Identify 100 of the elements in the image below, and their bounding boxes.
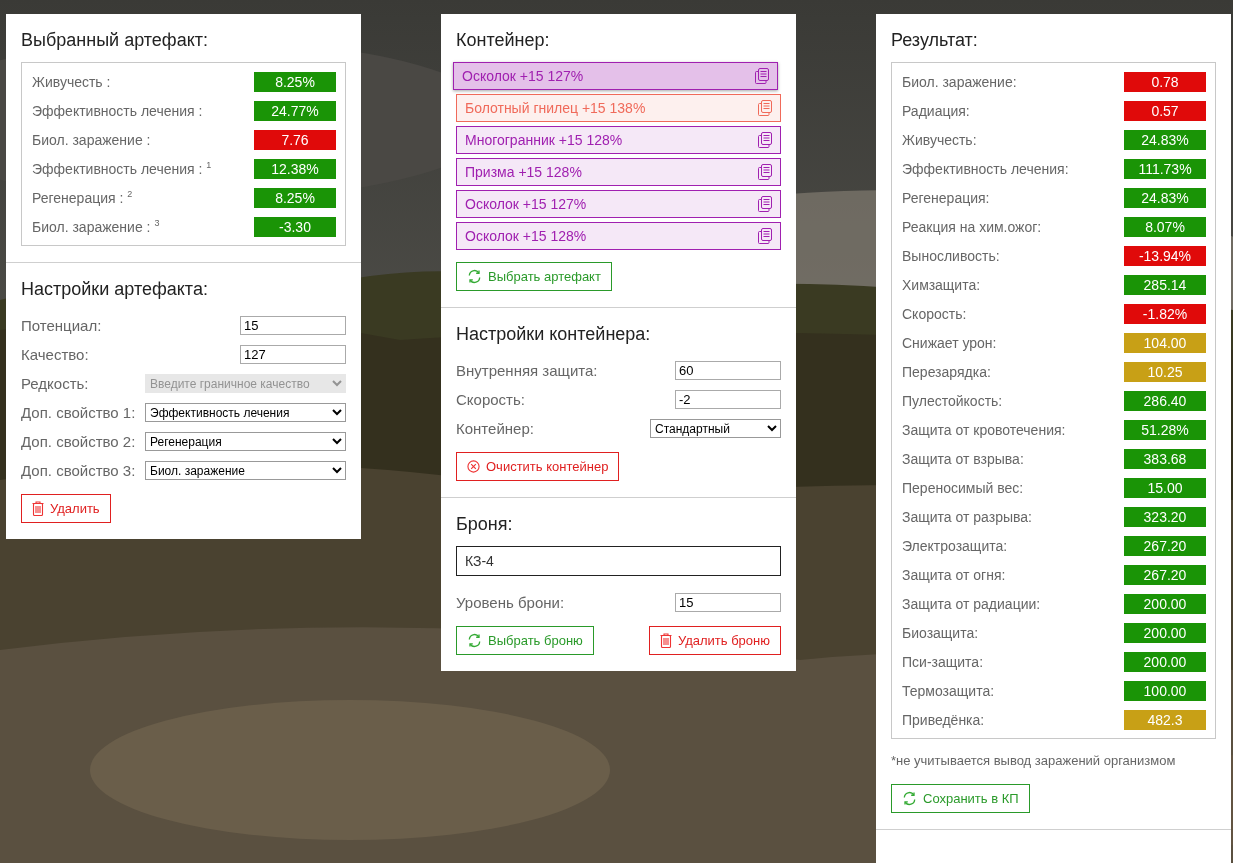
stat-label: Живучесть:	[902, 131, 977, 148]
clear-container-button[interactable]: Очистить контейнер	[456, 452, 620, 481]
field-label: Уровень брони:	[456, 594, 565, 611]
dropdown[interactable]: Биол. заражение	[145, 461, 346, 480]
artifact-item[interactable]: Многогранник +15 128%	[456, 126, 781, 154]
stat-value: 111.73%	[1124, 158, 1206, 179]
stat-value: -3.30	[254, 216, 336, 237]
stat-value: 24.77%	[254, 100, 336, 121]
stat-value: 200.00	[1124, 622, 1206, 643]
stat-value: 24.83%	[1124, 129, 1206, 150]
field-label: Внутренняя защита:	[456, 362, 598, 379]
stat-value: 0.78	[1124, 71, 1206, 92]
stat-value: 8.07%	[1124, 216, 1206, 237]
stat-label: Приведёнка:	[902, 711, 985, 728]
stat-label: Снижает урон:	[902, 334, 997, 351]
stat-value: 383.68	[1124, 448, 1206, 469]
field-label: Контейнер:	[456, 420, 534, 437]
section-title: Выбранный артефакт:	[21, 30, 209, 51]
stat-value: 200.00	[1124, 593, 1206, 614]
section-title: Настройки артефакта:	[21, 279, 209, 300]
stat-label: Реакция на хим.ожог:	[902, 218, 1042, 235]
stat-value: 10.25	[1124, 361, 1206, 382]
artifact-item[interactable]: Осколок +15 128%	[456, 222, 781, 250]
number-field[interactable]: -2	[675, 390, 781, 409]
refresh-icon	[467, 269, 482, 284]
stat-value: 8.25%	[254, 187, 336, 208]
stat-label: Биол. заражение : $^{3}$	[32, 218, 160, 235]
stat-value: 323.20	[1124, 506, 1206, 527]
footnote: *не учитывается вывод заражений организмом	[891, 753, 1177, 768]
stat-label: Переносимый вес:	[902, 479, 1024, 496]
dropdown[interactable]: Регенерация	[145, 432, 346, 451]
stat-value: 200.00	[1124, 651, 1206, 672]
stat-value: 12.38%	[254, 158, 336, 179]
armor-field[interactable]: КЗ-4	[456, 546, 781, 576]
choose-artifact-button[interactable]: Выбрать артефакт	[456, 262, 612, 291]
stat-label: Термозащита:	[902, 682, 995, 699]
field-label: Скорость:	[456, 391, 525, 408]
stat-value: 482.3	[1124, 709, 1206, 730]
number-field[interactable]: 127	[240, 345, 346, 364]
stat-label: Защита от взрыва:	[902, 450, 1024, 467]
trash-icon	[32, 501, 44, 516]
delete-armor-button[interactable]: Удалить броню	[648, 626, 781, 655]
stat-label: Биол. заражение :	[32, 131, 151, 148]
stat-value: 24.83%	[1124, 187, 1206, 208]
stat-label: Эффективность лечения : $^{1}$	[32, 160, 212, 177]
artifact-item[interactable]: Призма +15 128%	[456, 158, 781, 186]
stat-value: 285.14	[1124, 274, 1206, 295]
number-field[interactable]: 60	[675, 361, 781, 380]
field-label: Редкость:	[21, 375, 89, 392]
stat-label: Защита от разрыва:	[902, 508, 1032, 525]
choose-armor-button[interactable]: Выбрать броню	[456, 626, 594, 655]
document-icon[interactable]	[758, 196, 772, 212]
save-button[interactable]: Сохранить в КП	[891, 784, 1030, 813]
section-title: Контейнер:	[456, 30, 551, 51]
field-label: Доп. свойство 3:	[21, 462, 136, 479]
stat-label: Регенерация : $^{2}$	[32, 189, 133, 206]
document-icon[interactable]	[758, 132, 772, 148]
dropdown[interactable]: Стандартный	[650, 419, 781, 438]
stat-label: Пулестойкость:	[902, 392, 1003, 409]
document-icon[interactable]	[758, 228, 772, 244]
document-icon[interactable]	[758, 100, 772, 116]
stat-label: Химзащита:	[902, 276, 981, 293]
refresh-icon	[467, 633, 482, 648]
stat-value: -1.82%	[1124, 303, 1206, 324]
stat-label: Защита от кровотечения:	[902, 421, 1066, 438]
delete-button[interactable]: Удалить	[21, 494, 111, 523]
artifact-item[interactable]: Осколок +15 127%	[453, 62, 778, 90]
stat-label: Биол. заражение:	[902, 73, 1017, 90]
stat-value: 7.76	[254, 129, 336, 150]
stat-label: Перезарядка:	[902, 363, 991, 380]
artifact-item[interactable]: Осколок +15 127%	[456, 190, 781, 218]
stat-label: Защита от огня:	[902, 566, 1006, 583]
stat-label: Биозащита:	[902, 624, 979, 641]
stat-label: Регенерация:	[902, 189, 990, 206]
stat-label: Пси-защита:	[902, 653, 984, 670]
stat-value: 8.25%	[254, 71, 336, 92]
stat-value: 267.20	[1124, 564, 1206, 585]
document-icon[interactable]	[755, 68, 769, 84]
field-label: Потенциал:	[21, 317, 102, 334]
section-title: Результат:	[891, 30, 979, 51]
section-title: Броня:	[456, 514, 514, 535]
field-label: Качество:	[21, 346, 89, 363]
stat-value: 15.00	[1124, 477, 1206, 498]
field-label: Доп. свойство 1:	[21, 404, 136, 421]
trash-icon	[659, 633, 672, 648]
stat-label: Скорость:	[902, 305, 967, 322]
stat-value: 286.40	[1124, 390, 1206, 411]
stat-label: Радиация:	[902, 102, 970, 119]
refresh-icon	[902, 791, 917, 806]
stat-value: 267.20	[1124, 535, 1206, 556]
stat-label: Электрозащита:	[902, 537, 1008, 554]
stat-label: Защита от радиации:	[902, 595, 1041, 612]
field-label: Доп. свойство 2:	[21, 433, 136, 450]
number-field[interactable]: 15	[675, 593, 781, 612]
dropdown[interactable]: Эффективность лечения	[145, 403, 346, 422]
number-field[interactable]: 15	[240, 316, 346, 335]
stat-value: 51.28%	[1124, 419, 1206, 440]
document-icon[interactable]	[758, 164, 772, 180]
stat-value: 100.00	[1124, 680, 1206, 701]
artifact-item[interactable]: Болотный гнилец +15 138%	[456, 94, 781, 122]
